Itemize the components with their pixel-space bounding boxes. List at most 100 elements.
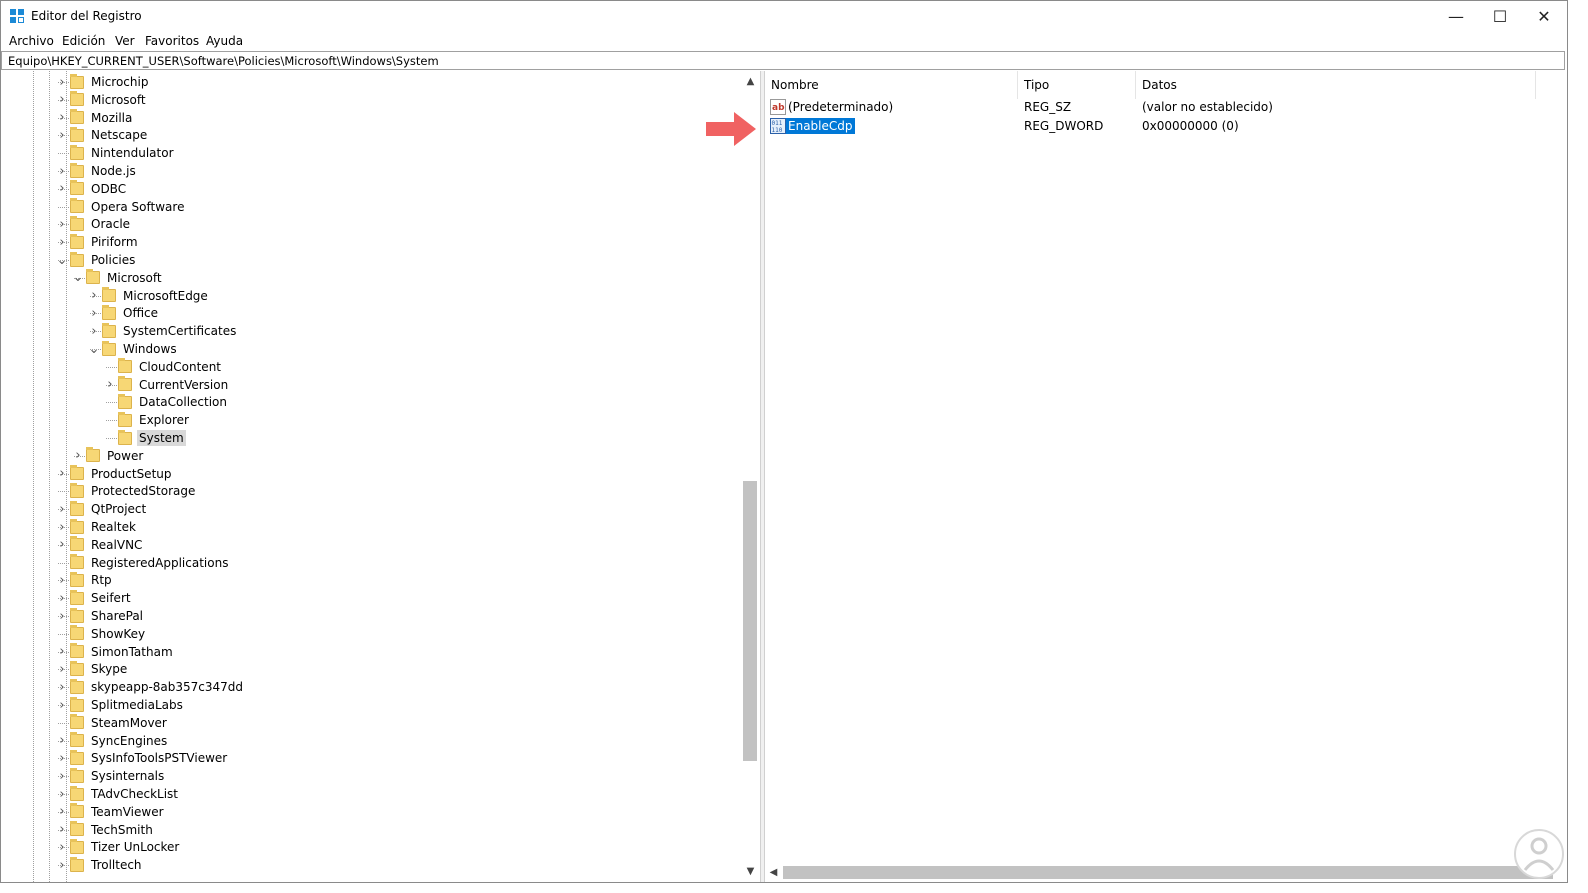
menu-edicion[interactable]: Edición — [62, 34, 105, 48]
tree-item-microchip[interactable]: Microchip — [70, 73, 150, 91]
tree-item-skypeapp-8ab357c347dd[interactable]: skypeapp-8ab357c347dd — [70, 678, 245, 696]
column-header-datos[interactable]: Datos — [1136, 71, 1536, 99]
tree-item-realtek[interactable]: Realtek — [70, 518, 138, 536]
tree-item-odbc[interactable]: ODBC — [70, 180, 128, 198]
column-header-tipo[interactable]: Tipo — [1018, 71, 1136, 99]
expand-chevron-icon[interactable]: › — [57, 109, 67, 127]
menu-archivo[interactable]: Archivo — [9, 34, 54, 48]
tree-vertical-scrollbar[interactable]: ▲ ▼ — [742, 71, 759, 882]
tree-item-microsoft[interactable]: Microsoft — [70, 91, 148, 109]
expand-chevron-icon[interactable]: › — [57, 643, 67, 661]
expand-chevron-icon[interactable]: › — [57, 803, 67, 821]
tree-item-opera-software[interactable]: Opera Software — [70, 198, 186, 216]
expand-chevron-icon[interactable]: › — [57, 767, 67, 785]
menu-ayuda[interactable]: Ayuda — [206, 34, 243, 48]
collapse-chevron-icon[interactable]: ⌄ — [57, 251, 68, 269]
tree-item-seifert[interactable]: Seifert — [70, 589, 133, 607]
column-header-nombre[interactable]: Nombre — [765, 71, 1018, 99]
expand-chevron-icon[interactable]: › — [57, 678, 67, 696]
expand-chevron-icon[interactable]: › — [57, 500, 67, 518]
tree-item-datacollection[interactable]: DataCollection — [118, 393, 229, 411]
expand-chevron-icon[interactable]: › — [57, 91, 67, 109]
expand-chevron-icon[interactable]: › — [57, 589, 67, 607]
expand-chevron-icon[interactable]: › — [57, 838, 67, 856]
value-row-selected[interactable]: 011 110 EnableCdp REG_DWORD 0x00000000 (… — [765, 117, 1565, 136]
expand-chevron-icon[interactable]: › — [57, 162, 67, 180]
expand-chevron-icon[interactable]: › — [57, 73, 67, 91]
expand-chevron-icon[interactable]: › — [57, 126, 67, 144]
expand-chevron-icon[interactable]: › — [57, 233, 67, 251]
expand-chevron-icon[interactable]: › — [57, 571, 67, 589]
tree-item-systemcertificates[interactable]: SystemCertificates — [102, 322, 238, 340]
tree-item-power[interactable]: Power — [86, 447, 145, 465]
expand-chevron-icon[interactable]: › — [57, 749, 67, 767]
menu-favoritos[interactable]: Favoritos — [145, 34, 199, 48]
tree-item-sharepal[interactable]: SharePal — [70, 607, 145, 625]
list-scroll-thumb[interactable] — [783, 866, 1553, 879]
collapse-chevron-icon[interactable]: ⌄ — [89, 340, 100, 358]
scroll-down-icon[interactable]: ▼ — [742, 863, 759, 880]
close-button[interactable]: ✕ — [1521, 1, 1567, 31]
tree-item-showkey[interactable]: ShowKey — [70, 625, 147, 643]
tree-item-steammover[interactable]: SteamMover — [70, 714, 169, 732]
expand-chevron-icon[interactable]: › — [57, 821, 67, 839]
expand-chevron-icon[interactable]: › — [57, 518, 67, 536]
key-tree-pane[interactable]: › Microchip › Microsoft › Mozilla › Netscape Nin… — [1, 71, 760, 882]
maximize-button[interactable]: ☐ — [1477, 1, 1523, 31]
title-bar[interactable]: Editor del Registro — ☐ ✕ — [1, 1, 1567, 31]
tree-item-qtproject[interactable]: QtProject — [70, 500, 148, 518]
tree-item-teamviewer[interactable]: TeamViewer — [70, 803, 166, 821]
tree-item-trolltech[interactable]: Trolltech — [70, 856, 144, 874]
tree-item-sysinfotoolspstviewer[interactable]: SysInfoToolsPSTViewer — [70, 749, 229, 767]
tree-item-mozilla[interactable]: Mozilla — [70, 109, 134, 127]
expand-chevron-icon[interactable]: › — [57, 696, 67, 714]
tree-item-office[interactable]: Office — [102, 304, 160, 322]
tree-item-explorer[interactable]: Explorer — [118, 411, 191, 429]
tree-item-protectedstorage[interactable]: ProtectedStorage — [70, 482, 197, 500]
tree-item-node-js[interactable]: Node.js — [70, 162, 138, 180]
tree-item-cloudcontent[interactable]: CloudContent — [118, 358, 223, 376]
expand-chevron-icon[interactable]: › — [57, 660, 67, 678]
expand-chevron-icon[interactable]: › — [89, 304, 99, 322]
expand-chevron-icon[interactable]: › — [105, 376, 115, 394]
tree-item-nintendulator[interactable]: Nintendulator — [70, 144, 176, 162]
tree-item-syncengines[interactable]: SyncEngines — [70, 732, 169, 750]
tree-item-techsmith[interactable]: TechSmith — [70, 821, 155, 839]
expand-chevron-icon[interactable]: › — [57, 180, 67, 198]
value-row[interactable]: ab (Predeterminado) REG_SZ (valor no est… — [765, 98, 1565, 117]
tree-item-currentversion[interactable]: CurrentVersion — [118, 376, 230, 394]
scroll-left-icon[interactable]: ◀ — [765, 864, 782, 881]
expand-chevron-icon[interactable]: › — [57, 785, 67, 803]
menu-ver[interactable]: Ver — [115, 34, 135, 48]
tree-item-oracle[interactable]: Oracle — [70, 215, 132, 233]
tree-item-productsetup[interactable]: ProductSetup — [70, 465, 174, 483]
expand-chevron-icon[interactable]: › — [57, 732, 67, 750]
tree-item-microsoft[interactable]: Microsoft — [86, 269, 164, 287]
collapse-chevron-icon[interactable]: ⌄ — [73, 269, 84, 287]
tree-item-windows[interactable]: Windows — [102, 340, 179, 358]
tree-item-microsoftedge[interactable]: MicrosoftEdge — [102, 287, 210, 305]
expand-chevron-icon[interactable]: › — [57, 607, 67, 625]
expand-chevron-icon[interactable]: › — [89, 322, 99, 340]
address-path[interactable]: Equipo\HKEY_CURRENT_USER\Software\Polici… — [8, 54, 439, 68]
tree-item-sysinternals[interactable]: Sysinternals — [70, 767, 166, 785]
tree-item-registeredapplications[interactable]: RegisteredApplications — [70, 554, 230, 572]
list-horizontal-scrollbar[interactable]: ◀ — [765, 863, 1567, 882]
tree-item-system[interactable]: System — [118, 429, 186, 447]
tree-item-realvnc[interactable]: RealVNC — [70, 536, 144, 554]
tree-item-netscape[interactable]: Netscape — [70, 126, 149, 144]
tree-item-rtp[interactable]: Rtp — [70, 571, 114, 589]
expand-chevron-icon[interactable]: › — [73, 447, 83, 465]
address-bar[interactable]: Equipo\HKEY_CURRENT_USER\Software\Polici… — [1, 51, 1565, 70]
tree-item-piriform[interactable]: Piriform — [70, 233, 140, 251]
expand-chevron-icon[interactable]: › — [57, 465, 67, 483]
tree-item-splitmedialabs[interactable]: SplitmediaLabs — [70, 696, 185, 714]
scroll-up-icon[interactable]: ▲ — [742, 73, 759, 90]
tree-item-policies[interactable]: Policies — [70, 251, 137, 269]
tree-item-skype[interactable]: Skype — [70, 660, 129, 678]
tree-item-simontatham[interactable]: SimonTatham — [70, 643, 175, 661]
expand-chevron-icon[interactable]: › — [57, 536, 67, 554]
minimize-button[interactable]: — — [1433, 1, 1479, 31]
tree-item-tizer-unlocker[interactable]: Tizer UnLocker — [70, 838, 181, 856]
expand-chevron-icon[interactable]: › — [57, 215, 67, 233]
